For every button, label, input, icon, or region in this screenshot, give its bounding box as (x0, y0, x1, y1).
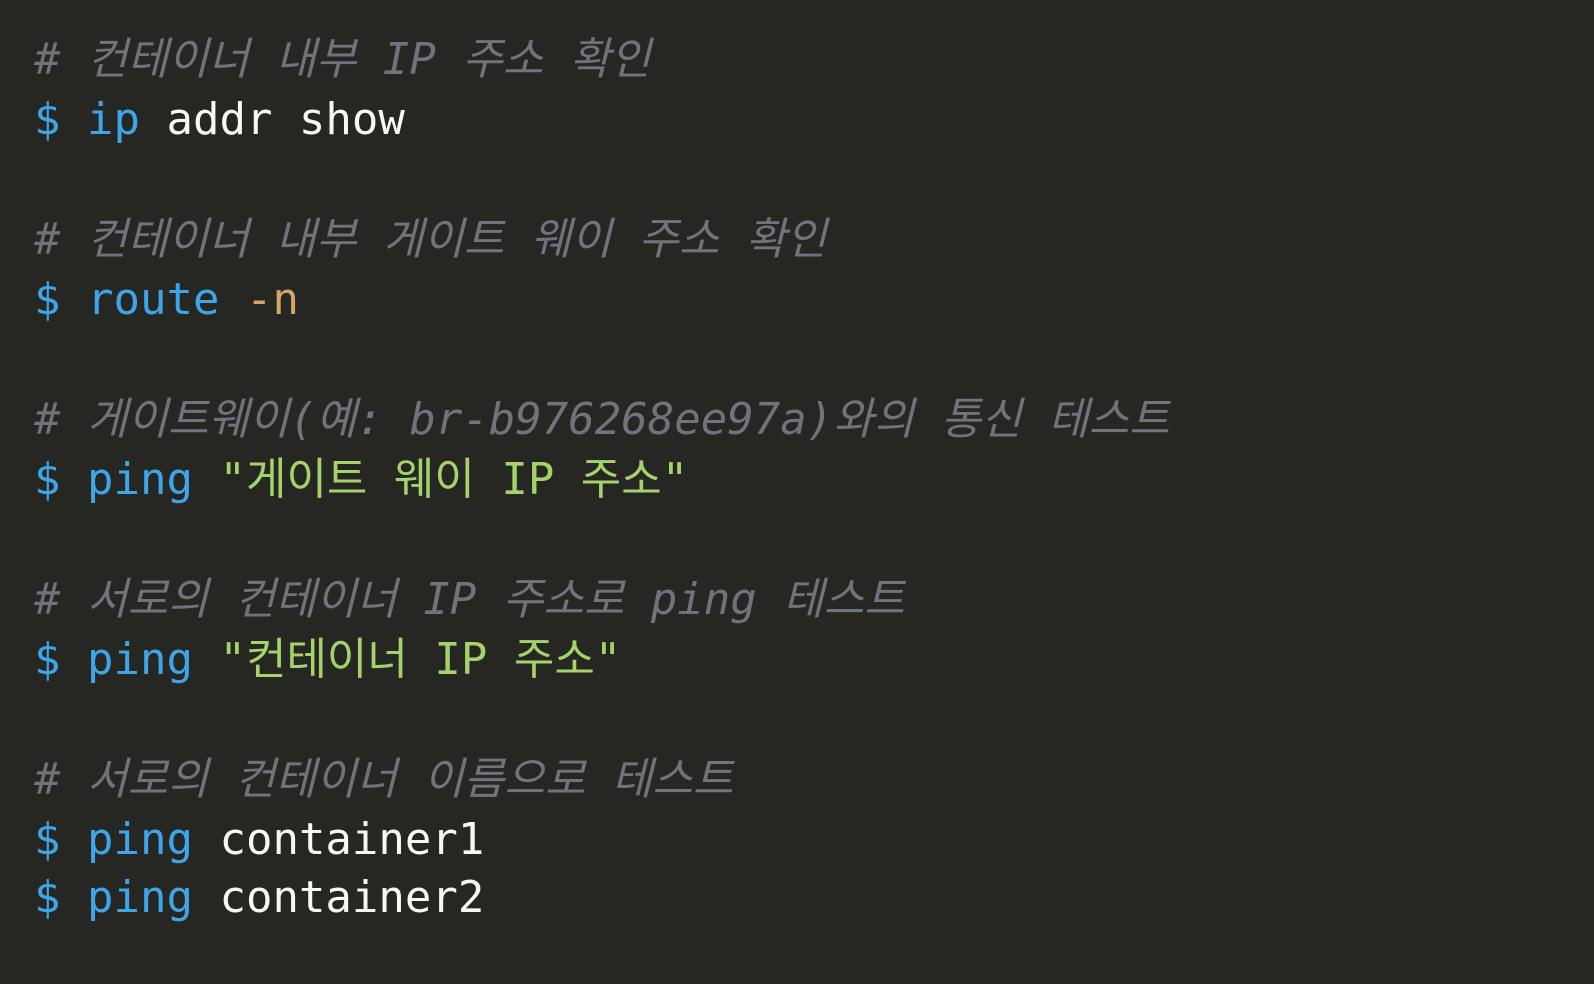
command-name: ping (87, 814, 193, 865)
shell-prompt: $ (34, 274, 61, 325)
shell-prompt: $ (34, 634, 61, 685)
code-comment: # 서로의 컨테이너 IP 주소로 ping 테스트 (34, 574, 905, 625)
code-command-line: $ ping container1 (34, 810, 1594, 868)
shell-prompt: $ (34, 454, 61, 505)
code-comment: # 서로의 컨테이너 이름으로 테스트 (34, 754, 734, 805)
code-command-line: $ ping "컨테이너 IP 주소" (34, 630, 1594, 690)
code-command-line: $ ping "게이트 웨이 IP 주소" (34, 450, 1594, 510)
code-command-line: $ ping container2 (34, 868, 1594, 926)
command-args: container1 (219, 814, 485, 865)
command-string-arg: "컨테이너 IP 주소" (219, 634, 622, 685)
command-args: addr show (166, 94, 405, 145)
command-name: ping (87, 634, 193, 685)
code-command-line: $ route -n (34, 270, 1594, 330)
code-block: # 컨테이너 내부 IP 주소 확인 $ ip addr show # 컨테이너 내… (0, 0, 1594, 984)
command-flag: -n (245, 274, 299, 325)
code-command-line: $ ip addr show (34, 90, 1594, 150)
code-comment: # 게이트웨이(예: br-b976268ee97a)와의 통신 테스트 (34, 394, 1170, 445)
command-name: ip (87, 94, 140, 145)
code-comment: # 컨테이너 내부 게이트 웨이 주소 확인 (34, 214, 827, 265)
shell-prompt: $ (34, 94, 61, 145)
shell-prompt: $ (34, 872, 61, 923)
command-name: ping (87, 454, 193, 505)
command-args: container2 (219, 872, 485, 923)
command-name: route (87, 274, 220, 325)
shell-prompt: $ (34, 814, 61, 865)
code-comment: # 컨테이너 내부 IP 주소 확인 (34, 34, 651, 85)
command-string-arg: "게이트 웨이 IP 주소" (219, 454, 689, 505)
command-name: ping (87, 872, 193, 923)
